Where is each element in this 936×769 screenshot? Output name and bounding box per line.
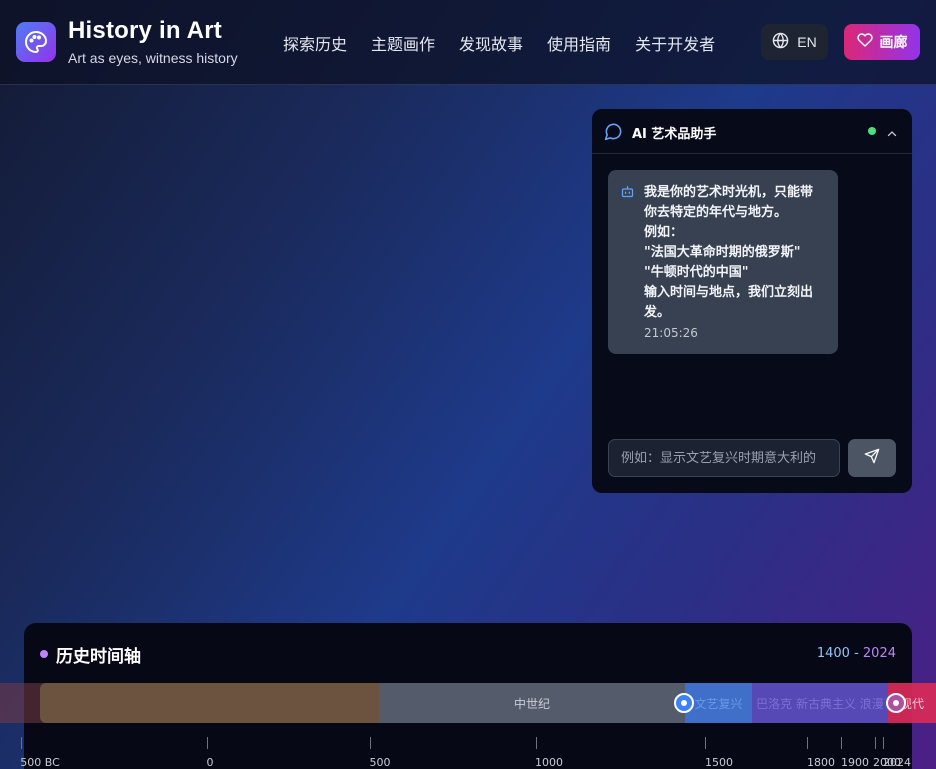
timeline-period-bar[interactable]: 中世纪 文艺复兴 巴洛克 新古典主义 浪漫 现代 [0,683,936,723]
axis-tick-label: 1500 [705,756,733,769]
axis-tick [875,737,876,749]
message-line: 我是你的艺术时光机，只能带 [644,185,814,200]
message-line: 例如： [644,225,684,240]
gallery-button[interactable]: 画廊 [844,24,920,60]
main-nav: 探索历史 主题画作 发现故事 使用指南 关于开发者 [283,31,715,55]
timeline-title: 历史时间轴 [56,647,141,667]
nav-user-guide[interactable]: 使用指南 [547,31,611,55]
axis-tick [705,737,706,749]
axis-tick [370,737,371,749]
ai-assistant-panel: AI 艺术品助手 我是你的艺术时光机，只能带 你去特定的年代与地方。 例如： "… [592,109,912,493]
language-label: EN [797,34,817,50]
message-timestamp: 21:05:26 [644,326,698,340]
chevron-up-icon[interactable] [886,125,898,144]
axis-tick [21,737,22,749]
chat-header: AI 艺术品助手 [592,109,912,154]
axis-tick-label: 2024 [883,756,911,769]
chat-input[interactable] [608,439,840,477]
send-icon [864,448,880,468]
nav-discover-stories[interactable]: 发现故事 [459,31,523,55]
nav-explore-history[interactable]: 探索历史 [283,31,347,55]
top-header: History in Art Art as eyes, witness hist… [0,0,936,85]
timeline-range: 1400 - 2024 [817,646,896,661]
message-line: "牛顿时代的中国" [644,265,749,280]
range-end-handle[interactable] [886,693,906,713]
palette-logo-icon[interactable] [16,22,56,62]
gallery-label: 画廊 [879,35,908,51]
period-ancient[interactable] [40,683,379,723]
nav-themed-paintings[interactable]: 主题画作 [371,31,435,55]
language-button[interactable]: EN [761,24,828,60]
chat-title: AI 艺术品助手 [632,127,717,142]
axis-tick-label: 1900 [841,756,869,769]
period-medieval[interactable]: 中世纪 [379,683,685,723]
timeline-bullet [40,650,48,658]
period-renaissance[interactable]: 文艺复兴 [685,683,752,723]
online-status-dot [868,127,876,135]
axis-tick [841,737,842,749]
send-button[interactable] [848,439,896,477]
message-circle-icon [604,122,623,145]
axis-tick [207,737,208,749]
axis-tick-label: 1800 [807,756,835,769]
message-line: 发。 [644,305,671,320]
globe-icon [772,32,789,52]
message-line: "法国大革命时期的俄罗斯" [644,245,801,260]
range-separator: - [849,646,863,661]
range-from: 1400 [816,646,850,661]
range-to: 2024 [862,646,896,661]
assistant-message-text: 我是你的艺术时光机，只能带 你去特定的年代与地方。 例如： "法国大革命时期的俄… [644,183,832,323]
period-baroque-neoclassical-romantic[interactable]: 巴洛克 新古典主义 浪漫 [752,683,888,723]
range-start-handle[interactable] [674,693,694,713]
nav-about-developer[interactable]: 关于开发者 [635,31,715,55]
axis-tick [807,737,808,749]
axis-tick-label: 1000 [535,756,563,769]
message-line: 你去特定的年代与地方。 [644,205,788,220]
app-title: History in Art [68,17,222,44]
axis-tick [536,737,537,749]
message-line: 输入时间与地点，我们立刻出 [644,285,814,300]
axis-tick-label: 0 [206,756,214,769]
timeline-axis: 500 BC 0 500 1000 1500 1800 1900 2000 20… [0,737,936,769]
axis-tick-label: 500 BC [20,756,60,769]
bot-icon [620,184,635,203]
app-subtitle: Art as eyes, witness history [68,50,238,66]
axis-tick-label: 500 [369,756,391,769]
heart-icon [856,32,873,52]
assistant-message: 我是你的艺术时光机，只能带 你去特定的年代与地方。 例如： "法国大革命时期的俄… [608,170,838,354]
axis-tick [883,737,884,749]
